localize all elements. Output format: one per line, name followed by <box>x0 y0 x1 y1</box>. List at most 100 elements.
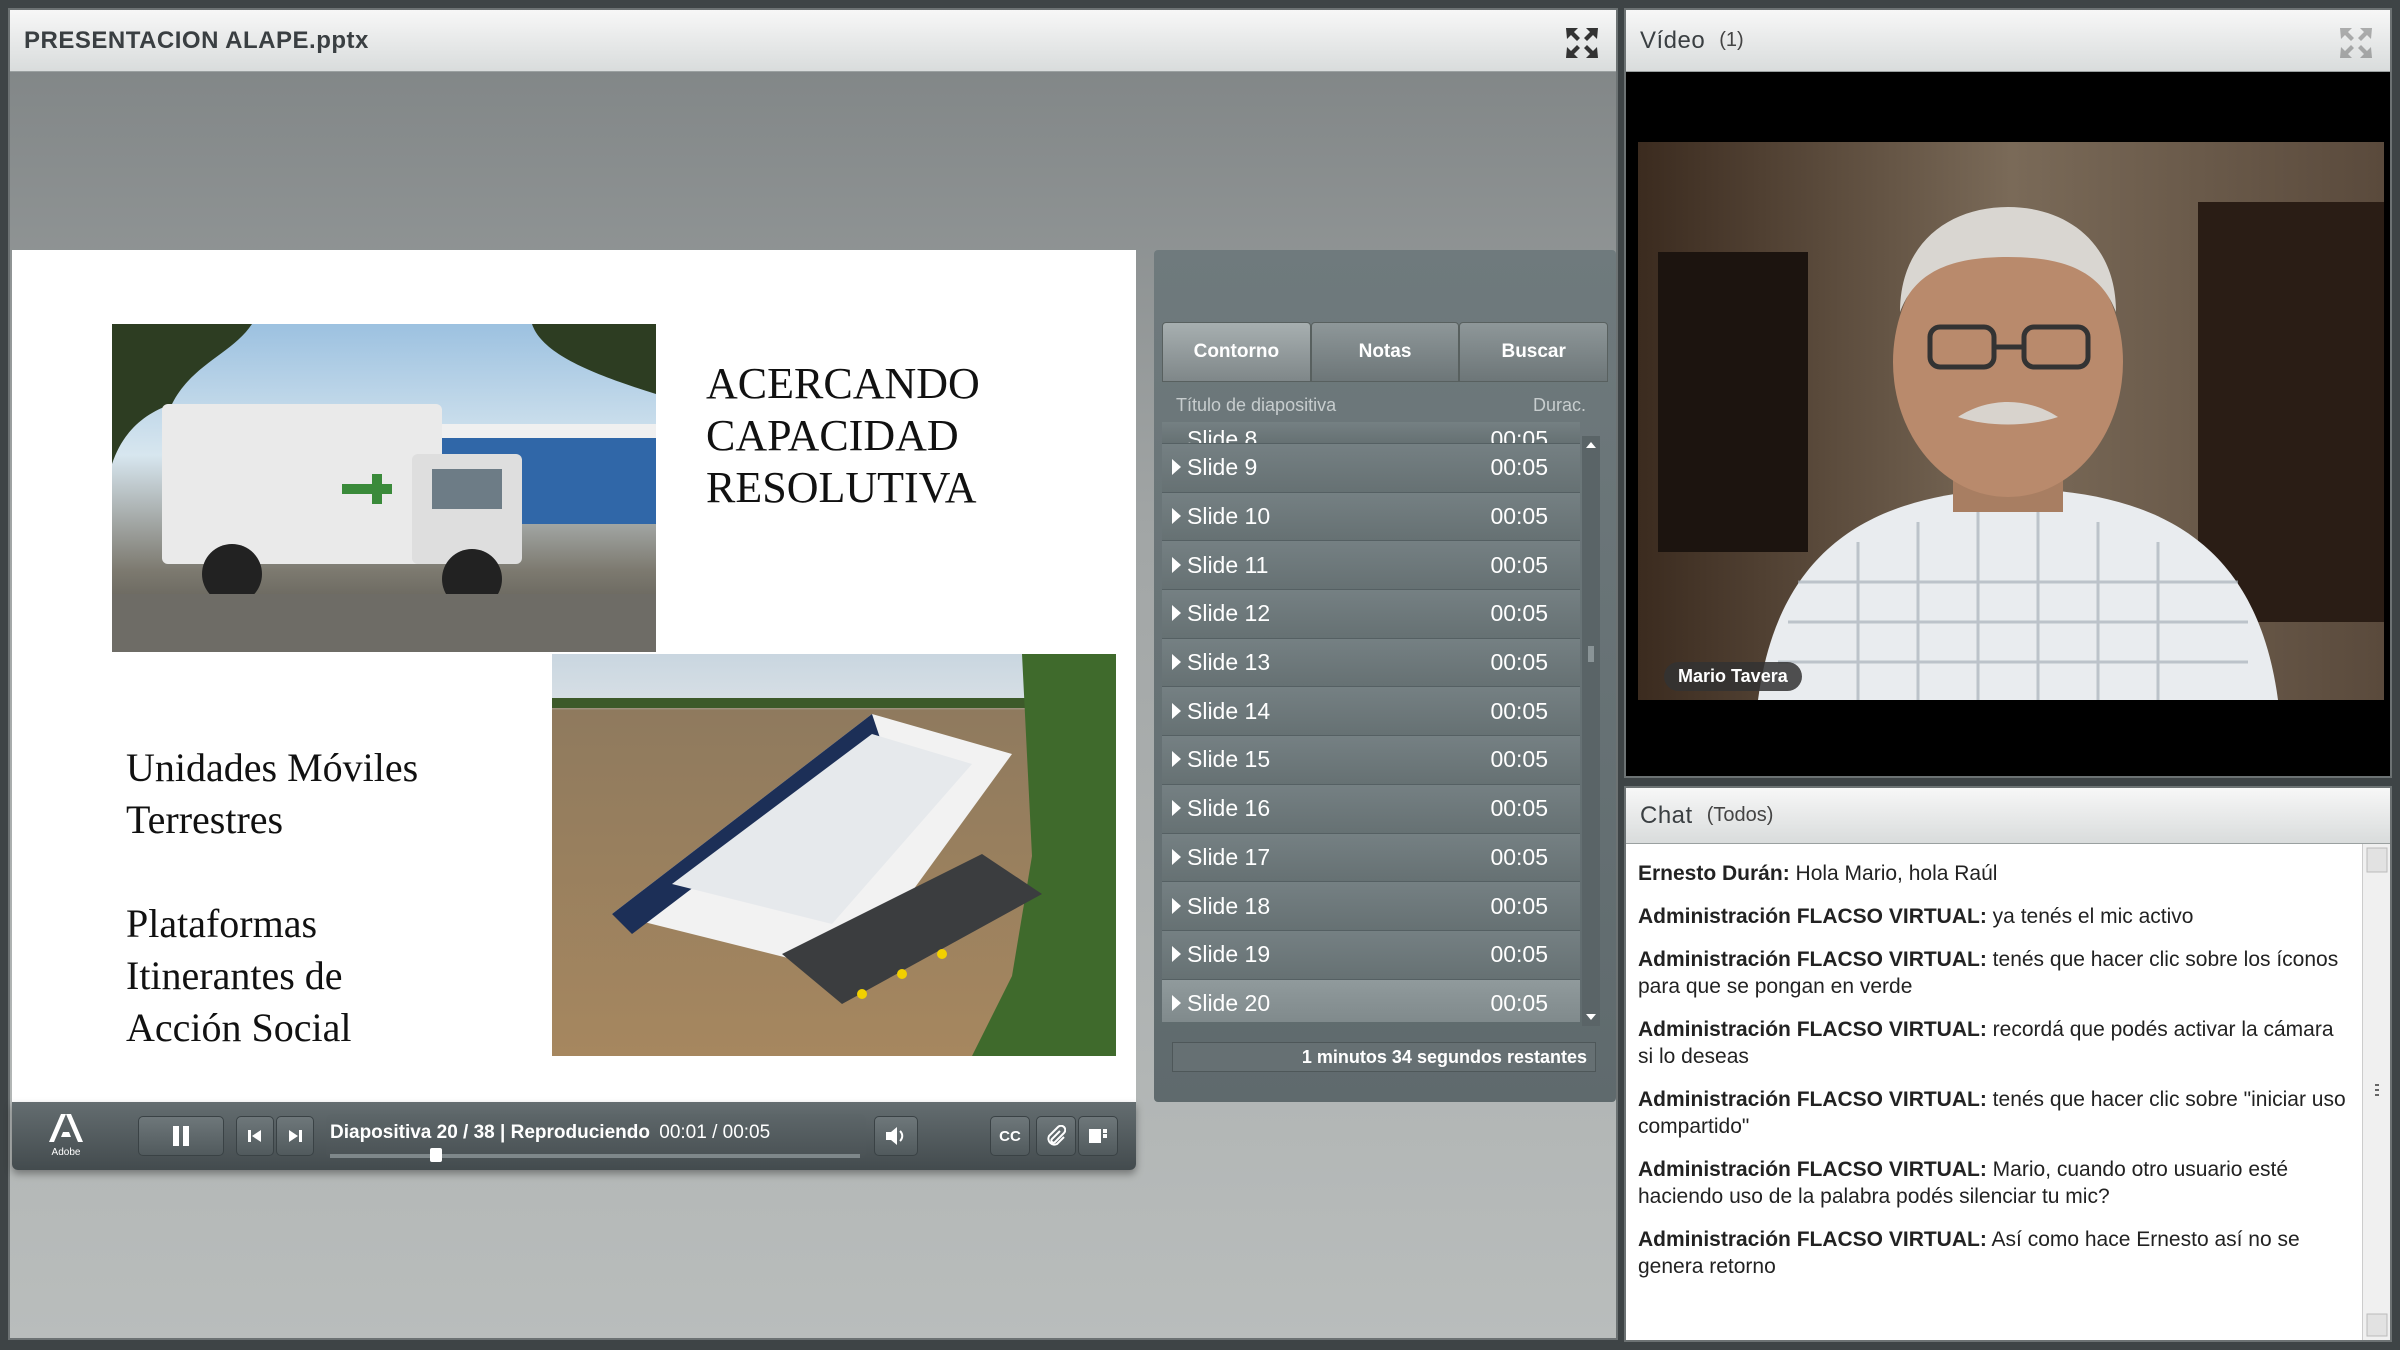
expand-triangle-icon[interactable] <box>1172 751 1181 768</box>
expand-triangle-icon[interactable] <box>1172 848 1181 865</box>
chat-message: Administración FLACSO VIRTUAL: recordá q… <box>1638 1016 2350 1070</box>
sidebar-toggle-button[interactable] <box>1078 1116 1118 1156</box>
column-duration[interactable]: Durac. <box>1533 395 1586 416</box>
slide-status: Diapositiva 20 / 38 | Reproduciendo <box>330 1122 650 1143</box>
speaker-icon <box>886 1127 904 1145</box>
webcam-feed[interactable]: Mario Tavera <box>1638 142 2384 700</box>
attachments-button[interactable] <box>1036 1116 1076 1156</box>
slide-row-title-wrap: Slide 12 <box>1172 600 1270 627</box>
slide-row-title: Slide 18 <box>1187 892 1271 919</box>
chat-message: Administración FLACSO VIRTUAL: Mario, cu… <box>1638 1156 2350 1210</box>
expand-triangle-icon[interactable] <box>1172 800 1181 817</box>
slide-row[interactable]: Slide 19 00:05 <box>1162 930 1580 980</box>
presentation-slide: ACERCANDO CAPACIDAD RESOLUTIVA Unidades … <box>12 250 1136 1102</box>
slide-row[interactable]: Slide 10 00:05 <box>1162 492 1580 542</box>
expand-triangle-icon[interactable] <box>1172 946 1181 963</box>
slide-row-title: Slide 11 <box>1187 551 1269 578</box>
slide-row-title-wrap: Slide 10 <box>1172 503 1270 530</box>
slide-row-title-wrap: Slide 14 <box>1172 698 1270 725</box>
slide-row[interactable]: Slide 16 00:05 <box>1162 784 1580 834</box>
slide-row[interactable]: Slide 13 00:05 <box>1162 638 1580 688</box>
chat-message: Administración FLACSO VIRTUAL: tenés que… <box>1638 946 2350 1000</box>
expand-triangle-icon[interactable] <box>1172 605 1181 622</box>
cc-button[interactable]: CC <box>990 1116 1030 1156</box>
slide-text-platforms: Plataformas Itinerantes de Acción Social <box>126 898 352 1054</box>
chat-scrollbar[interactable] <box>2362 844 2390 1340</box>
participant-name: Mario Tavera <box>1664 662 1802 691</box>
pause-button[interactable] <box>138 1116 224 1156</box>
column-title[interactable]: Título de diapositiva <box>1176 395 1336 416</box>
slide-row-title-wrap: Slide 19 <box>1172 941 1270 968</box>
chat-message: Administración FLACSO VIRTUAL: Así como … <box>1638 1226 2350 1280</box>
slide-row[interactable]: Slide 11 00:05 <box>1162 541 1580 591</box>
tab-notas[interactable]: Notas <box>1310 322 1460 382</box>
fullscreen-icon[interactable] <box>1564 26 1600 60</box>
slide-row[interactable]: Slide 20 00:05 <box>1162 979 1580 1022</box>
slide-row-duration: 00:05 <box>1490 746 1548 773</box>
slide-rows: Slide 9 00:05 Slide 10 00:05 Slide 11 00:05 Sl… <box>1162 444 1580 1022</box>
slide-text-line: Itinerantes de <box>126 953 343 998</box>
volume-button[interactable] <box>874 1116 918 1156</box>
slide-row-title-wrap: Slide 20 <box>1172 990 1270 1017</box>
video-pod-title: Vídeo <box>1640 26 1706 54</box>
slide-row-partial[interactable]: Slide 8 00:05 <box>1162 422 1580 444</box>
fullscreen-icon[interactable] <box>2338 26 2374 60</box>
slide-row[interactable]: Slide 15 00:05 <box>1162 736 1580 785</box>
slide-row-duration: 00:05 <box>1490 503 1548 530</box>
adobe-logo[interactable]: Adobe <box>46 1114 86 1158</box>
slide-row[interactable]: Slide 9 00:05 <box>1162 444 1580 493</box>
slide-row[interactable]: Slide 17 00:05 <box>1162 833 1580 883</box>
slide-row-title: Slide 9 <box>1187 454 1258 481</box>
chat-pod: Chat (Todos) Ernesto Durán: Hola Mario, … <box>1624 786 2392 1342</box>
slide-text-line: Terrestres <box>126 797 284 842</box>
next-slide-button[interactable] <box>276 1116 314 1156</box>
slide-row-title: Slide 20 <box>1187 989 1271 1016</box>
slide-row[interactable]: Slide 18 00:05 <box>1162 882 1580 931</box>
playback-status: Diapositiva 20 / 38 | Reproduciendo 00:0… <box>330 1122 770 1144</box>
slide-row-title: Slide 16 <box>1187 795 1271 822</box>
tab-contorno[interactable]: Contorno <box>1162 322 1311 382</box>
chat-pod-title: Chat <box>1640 801 1693 829</box>
slide-row[interactable]: Slide 12 00:05 <box>1162 590 1580 639</box>
slide-text-line: Plataformas <box>126 901 318 946</box>
slide-row-title: Slide 10 <box>1187 503 1271 530</box>
expand-triangle-icon[interactable] <box>1172 897 1181 914</box>
video-pod-count: (1) <box>1719 29 1744 51</box>
expand-triangle-icon[interactable] <box>1172 702 1181 719</box>
slide-text-mobile-units: Unidades Móviles Terrestres <box>126 742 418 846</box>
video-pod-titlebar: Vídeo (1) <box>1626 10 2390 72</box>
slide-navigation-panel: Contorno Notas Buscar Título de diaposit… <box>1154 250 1616 1102</box>
slide-row-title-wrap: Slide 17 <box>1172 844 1270 871</box>
chat-scope[interactable]: (Todos) <box>1707 804 1774 827</box>
expand-triangle-icon[interactable] <box>1172 556 1181 573</box>
list-scrollbar[interactable] <box>1582 436 1600 1026</box>
previous-slide-button[interactable] <box>236 1116 274 1156</box>
chat-text: ya tenés el mic activo <box>1986 905 2194 928</box>
playback-controls: Adobe Diapositiva 20 / 38 | Reproduciend… <box>12 1102 1136 1170</box>
expand-triangle-icon[interactable] <box>1172 994 1181 1011</box>
expand-triangle-icon[interactable] <box>1172 508 1181 525</box>
chat-message: Ernesto Durán: Hola Mario, hola Raúl <box>1638 860 2350 887</box>
slide-row-duration: 00:05 <box>1490 843 1548 870</box>
slide-row[interactable]: Slide 14 00:05 <box>1162 687 1580 737</box>
expand-triangle-icon[interactable] <box>1172 654 1181 671</box>
slide-heading-line: ACERCANDO <box>706 359 980 408</box>
slide-row-duration: 00:05 <box>1490 454 1548 481</box>
chat-sender: Administración FLACSO VIRTUAL: <box>1638 1018 1987 1041</box>
slide-row-title: Slide 19 <box>1187 941 1271 968</box>
share-pod-titlebar: PRESENTACION ALAPE.pptx <box>10 10 1616 72</box>
video-pod: Vídeo (1) Mario Tavera <box>1624 8 2392 778</box>
slide-heading-line: CAPACIDAD <box>706 411 959 460</box>
slide-row-title: Slide 14 <box>1187 697 1271 724</box>
tab-buscar[interactable]: Buscar <box>1459 322 1609 382</box>
cc-label: CC <box>999 1127 1021 1145</box>
expand-triangle-icon[interactable] <box>1172 459 1181 476</box>
chat-sender: Administración FLACSO VIRTUAL: <box>1638 905 1987 928</box>
progress-track[interactable] <box>330 1148 860 1162</box>
chat-messages: Ernesto Durán: Hola Mario, hola Raúl Admi… <box>1638 860 2350 1296</box>
chat-sender: Administración FLACSO VIRTUAL: <box>1638 1158 1987 1181</box>
slide-row-title-wrap: Slide 11 <box>1172 552 1268 579</box>
slide-row-title-wrap: Slide 16 <box>1172 795 1270 822</box>
slide-row-duration: 00:05 <box>1490 989 1548 1016</box>
progress-thumb[interactable] <box>430 1148 442 1162</box>
